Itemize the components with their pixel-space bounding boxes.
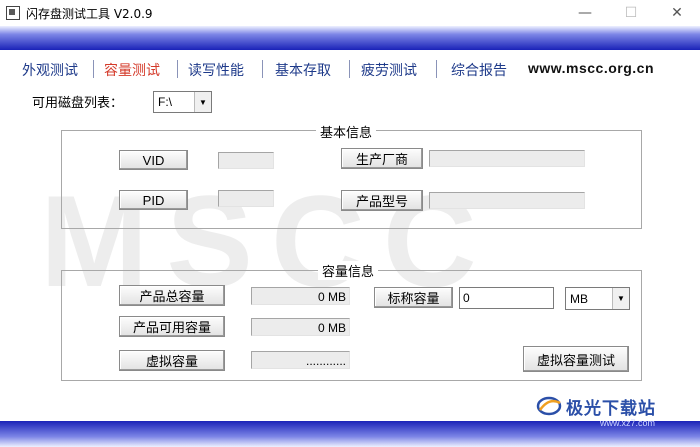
model-button[interactable]: 产品型号 [341,190,423,211]
available-capacity-field: 0 MB [251,318,350,336]
basic-info-group [61,130,642,229]
virtual-capacity-field: ............ [251,351,350,369]
nav-separator [349,60,350,78]
virtual-capacity-test-button[interactable]: 虚拟容量测试 [523,346,629,372]
app-icon [6,6,20,20]
close-icon: ✕ [671,5,683,21]
manufacturer-button[interactable]: 生产厂商 [341,148,423,169]
nav-separator [262,60,263,78]
available-capacity-button[interactable]: 产品可用容量 [119,316,225,337]
chevron-down-icon: ▼ [194,92,211,112]
maximize-button[interactable]: ☐ [608,0,654,26]
disk-select[interactable]: F:\ ▼ [153,91,212,113]
bottom-banner [0,421,700,447]
pid-button[interactable]: PID [119,190,188,210]
minimize-icon: — [578,5,592,21]
disk-select-value: F:\ [158,95,172,109]
basic-info-title: 基本信息 [316,122,377,141]
close-button[interactable]: ✕ [654,0,700,26]
nav-separator [177,60,178,78]
disk-list-label: 可用磁盘列表： [32,96,124,111]
virtual-capacity-button[interactable]: 虚拟容量 [119,350,225,371]
top-banner [0,26,700,50]
capacity-unit-select[interactable]: MB ▼ [565,287,630,310]
maximize-icon: ☐ [624,5,638,21]
tab-fatigue-test[interactable]: 疲劳测试 [361,60,417,80]
chevron-down-icon: ▼ [612,288,629,309]
logo-text: 极光下载站 [566,398,656,419]
site-url: www.mscc.org.cn [528,60,655,76]
model-field [429,192,585,209]
total-capacity-field: 0 MB [251,287,350,305]
nav-separator [93,60,94,78]
site-logo: 极光下载站 [536,394,656,419]
total-capacity-button[interactable]: 产品总容量 [119,285,225,306]
nominal-capacity-input[interactable]: 0 [459,287,554,309]
vid-field [218,152,274,169]
tab-read-write-performance[interactable]: 读写性能 [188,60,244,80]
capacity-info-title: 容量信息 [318,261,379,280]
window-title: 闪存盘测试工具 V2.0.9 [26,7,153,21]
vid-button[interactable]: VID [119,150,188,170]
tab-capacity-test[interactable]: 容量测试 [104,60,160,80]
manufacturer-field [429,150,585,167]
nominal-capacity-button[interactable]: 标称容量 [374,287,453,308]
logo-url: www.xz7.com [600,418,656,428]
tab-appearance-test[interactable]: 外观测试 [22,60,78,80]
capacity-unit-value: MB [570,292,588,306]
pid-field [218,190,274,207]
nav-separator [436,60,437,78]
aurora-logo-icon [536,396,562,416]
tab-basic-access[interactable]: 基本存取 [275,60,331,80]
minimize-button[interactable]: — [562,0,608,26]
tab-summary-report[interactable]: 综合报告 [451,60,507,80]
